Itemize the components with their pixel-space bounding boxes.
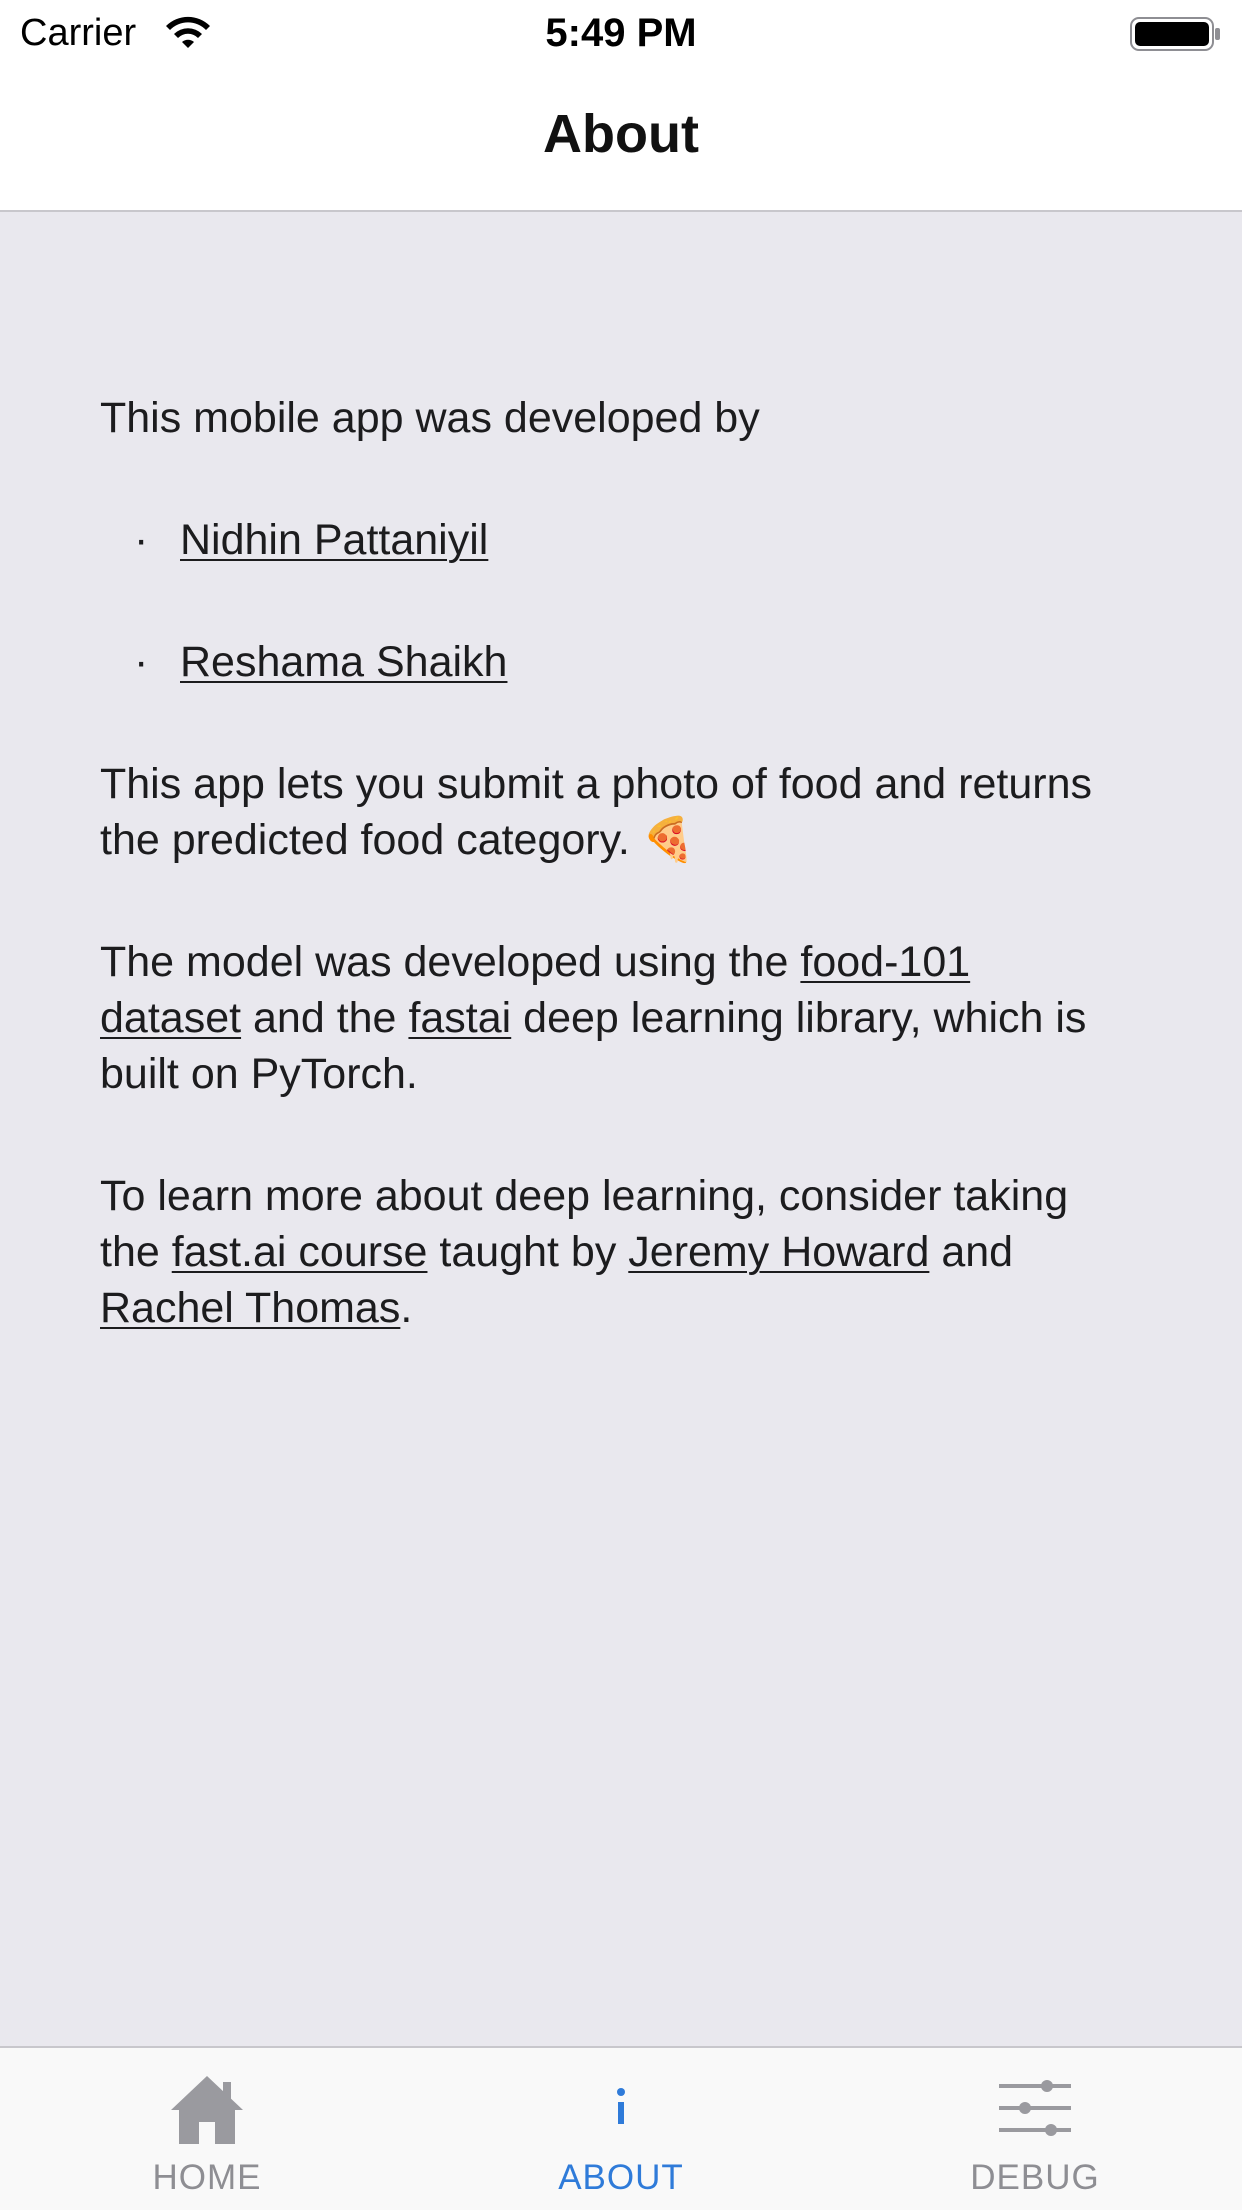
status-time: 5:49 PM <box>545 11 697 55</box>
developer-link-reshama[interactable]: Reshama Shaikh <box>180 638 507 686</box>
list-item: · Nidhin Pattaniyil <box>100 512 1100 568</box>
navigation-bar: About <box>0 66 1242 212</box>
developer-list: · Nidhin Pattaniyil · Reshama Shaikh <box>100 512 1100 690</box>
bullet-icon: · <box>134 516 149 564</box>
info-icon <box>617 2088 625 2124</box>
tab-about[interactable]: ABOUT <box>414 2048 828 2210</box>
fastai-course-link[interactable]: fast.ai course <box>172 1228 428 1276</box>
about-content: This mobile app was developed by · Nidhi… <box>100 390 1100 1402</box>
intro-text: This mobile app was developed by <box>100 394 760 442</box>
tab-home[interactable]: HOME <box>0 2048 414 2210</box>
bullet-icon: · <box>134 638 149 686</box>
sliders-icon <box>999 2080 1071 2136</box>
battery-icon <box>1130 17 1220 51</box>
rachel-thomas-link[interactable]: Rachel Thomas <box>100 1284 400 1332</box>
tab-home-label: HOME <box>152 2158 262 2197</box>
tab-about-label: ABOUT <box>558 2158 684 2197</box>
tab-debug-label: DEBUG <box>970 2158 1100 2197</box>
status-bar: Carrier 5:49 PM <box>0 0 1242 66</box>
list-item: · Reshama Shaikh <box>100 634 1100 690</box>
home-icon <box>171 2076 243 2144</box>
pizza-icon: 🍕 <box>641 816 696 864</box>
page-title: About <box>543 104 699 164</box>
jeremy-howard-link[interactable]: Jeremy Howard <box>628 1228 929 1276</box>
fastai-link[interactable]: fastai <box>408 994 511 1042</box>
tab-bar: HOME ABOUT DEBUG <box>0 2046 1242 2210</box>
developer-link-nidhin[interactable]: Nidhin Pattaniyil <box>180 516 488 564</box>
learn-more-text: To learn more about deep learning, consi… <box>100 1172 1069 1332</box>
model-description: The model was developed using the food-1… <box>100 938 1087 1098</box>
tab-debug[interactable]: DEBUG <box>828 2048 1242 2210</box>
app-description: This app lets you submit a photo of food… <box>100 760 1092 864</box>
